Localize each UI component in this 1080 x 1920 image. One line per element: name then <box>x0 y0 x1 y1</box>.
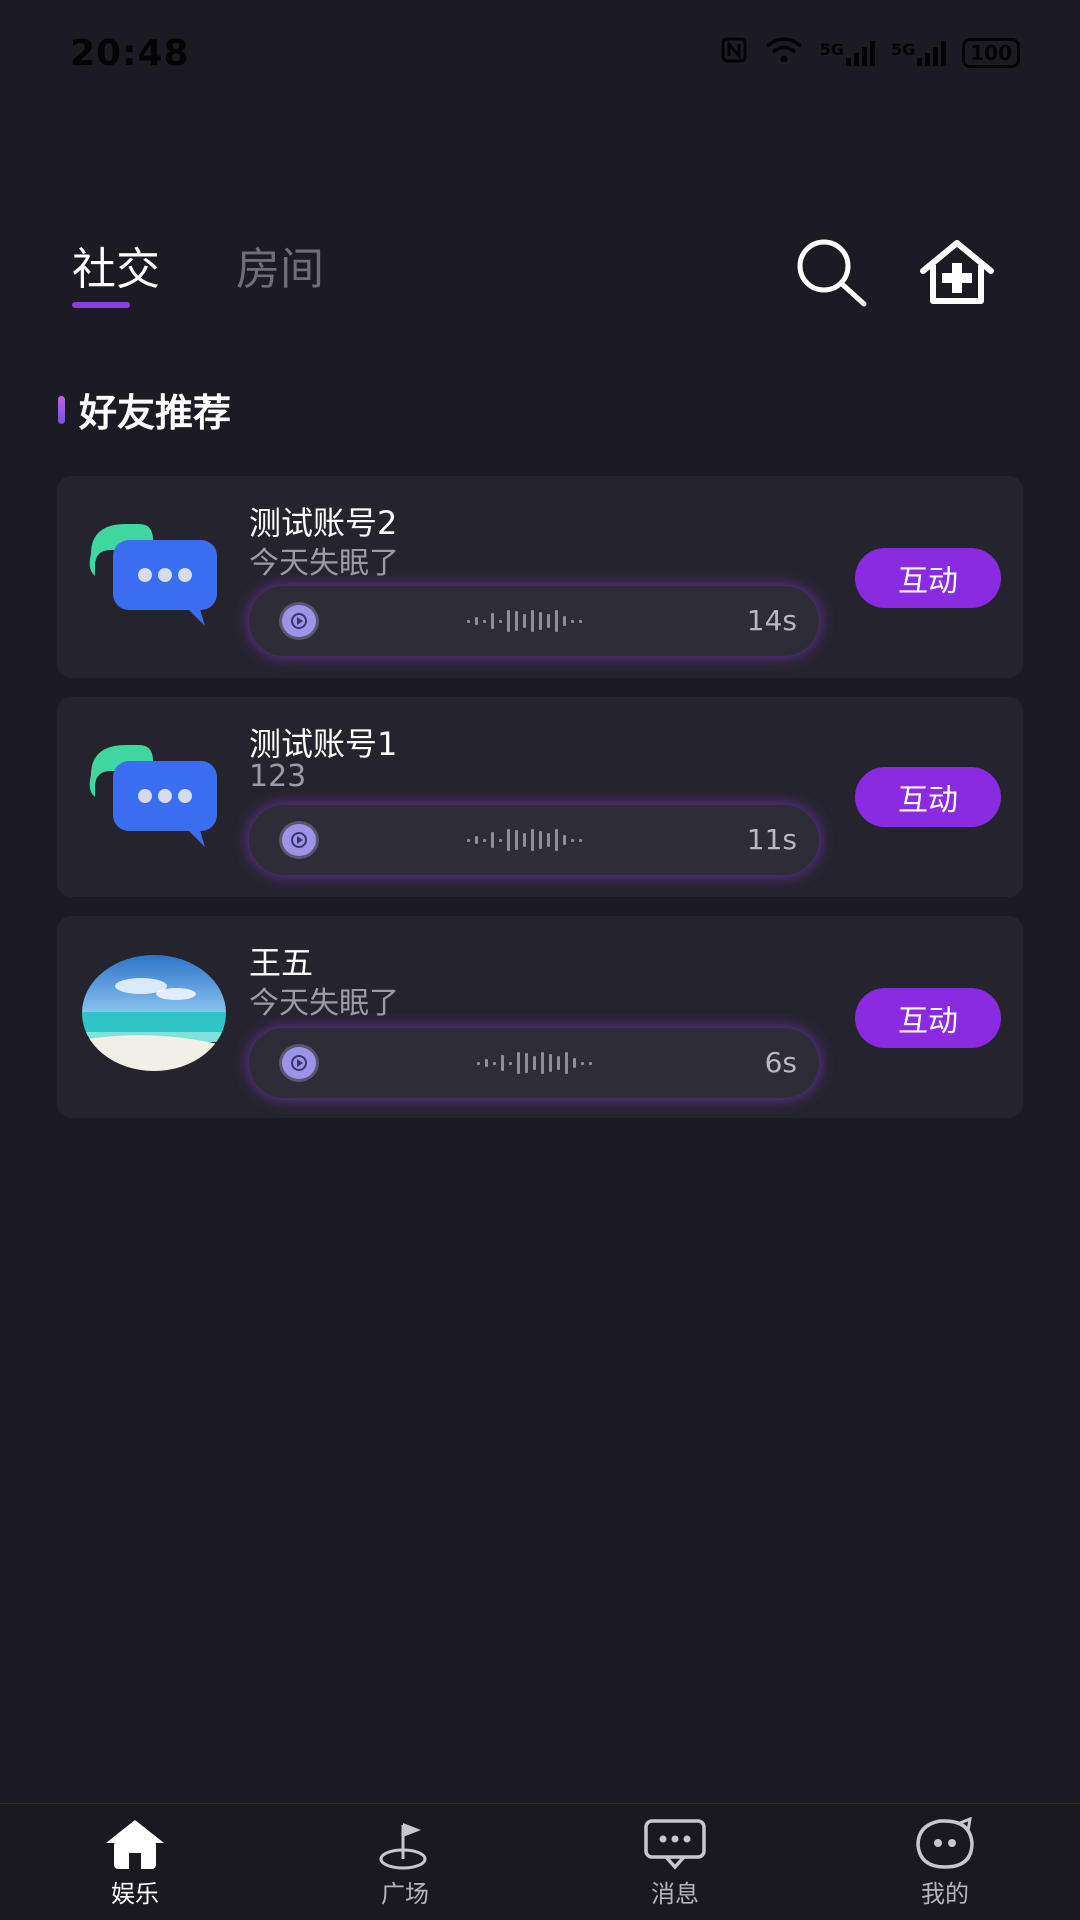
friend-subtitle: 今天失眠了 <box>249 986 399 1021</box>
section-accent-bar <box>58 395 65 424</box>
nav-label: 广场 <box>381 1880 429 1908</box>
friend-subtitle: 今天失眠了 <box>249 546 399 581</box>
face-icon <box>910 1816 980 1872</box>
tab-room-label: 房间 <box>236 244 324 295</box>
search-icon <box>797 239 867 307</box>
friend-card[interactable]: 测试账号1 123 11s 互动 <box>57 697 1023 897</box>
nav-profile[interactable]: 我的 <box>810 1804 1080 1920</box>
voice-duration: 14s <box>746 604 797 637</box>
waveform-icon <box>467 827 582 853</box>
tab-social[interactable]: 社交 <box>72 240 160 308</box>
nav-label: 我的 <box>921 1880 969 1908</box>
interact-button[interactable]: 互动 <box>855 988 1001 1048</box>
battery-icon: 100 <box>962 38 1020 68</box>
active-tab-indicator <box>72 302 130 308</box>
message-icon <box>640 1816 710 1872</box>
chat-bubble-avatar <box>81 514 227 634</box>
status-icons: 5G 5G 100 <box>720 36 1020 70</box>
section-title: 好友推荐 <box>79 391 232 435</box>
tab-social-label: 社交 <box>72 244 160 295</box>
play-icon[interactable] <box>279 821 319 859</box>
nav-entertainment[interactable]: 娱乐 <box>0 1804 270 1920</box>
tab-room[interactable]: 房间 <box>236 240 324 300</box>
network-type-1: 5G <box>819 40 844 59</box>
play-icon[interactable] <box>279 1044 319 1082</box>
friend-card[interactable]: 王五 今天失眠了 6s 互动 <box>57 916 1023 1118</box>
nav-label: 消息 <box>651 1880 699 1908</box>
waveform-icon <box>467 608 582 634</box>
header-actions <box>788 235 1000 309</box>
app-screen: 20:48 5G 5G 100 社交 房间 好友推荐 测试账号2 今天失眠了 1… <box>0 0 1080 1920</box>
home-plus-icon <box>920 240 994 304</box>
wifi-icon <box>764 36 804 70</box>
voice-duration: 6s <box>764 1046 797 1079</box>
chat-bubble-avatar <box>81 735 227 855</box>
interact-button[interactable]: 互动 <box>855 548 1001 608</box>
home-icon <box>100 1816 170 1872</box>
friend-card[interactable]: 测试账号2 今天失眠了 14s 互动 <box>57 476 1023 678</box>
bottom-nav: 娱乐 广场 消息 我的 <box>0 1803 1080 1920</box>
battery-level: 100 <box>970 41 1012 65</box>
friend-subtitle: 123 <box>249 759 307 794</box>
flag-icon <box>370 1816 440 1872</box>
nfc-icon <box>720 36 748 70</box>
voice-duration: 11s <box>746 823 797 856</box>
voice-message[interactable]: 6s <box>249 1028 819 1098</box>
voice-message[interactable]: 11s <box>249 805 819 875</box>
top-tabs: 社交 房间 <box>72 240 324 308</box>
signal-2-icon: 5G <box>890 40 947 66</box>
create-room-button[interactable] <box>914 235 1000 309</box>
section-friend-recommend: 好友推荐 <box>58 382 231 437</box>
signal-1-icon: 5G <box>820 40 875 66</box>
nav-label: 娱乐 <box>111 1880 159 1908</box>
status-time: 20:48 <box>70 32 190 74</box>
waveform-icon <box>477 1050 592 1076</box>
beach-photo-avatar <box>81 954 227 1074</box>
nav-plaza[interactable]: 广场 <box>270 1804 540 1920</box>
play-icon[interactable] <box>279 602 319 640</box>
nav-messages[interactable]: 消息 <box>540 1804 810 1920</box>
interact-button[interactable]: 互动 <box>855 767 1001 827</box>
network-type-2: 5G <box>890 40 916 59</box>
search-button[interactable] <box>788 235 874 309</box>
voice-message[interactable]: 14s <box>249 586 819 656</box>
status-bar: 20:48 5G 5G 100 <box>70 28 1020 78</box>
